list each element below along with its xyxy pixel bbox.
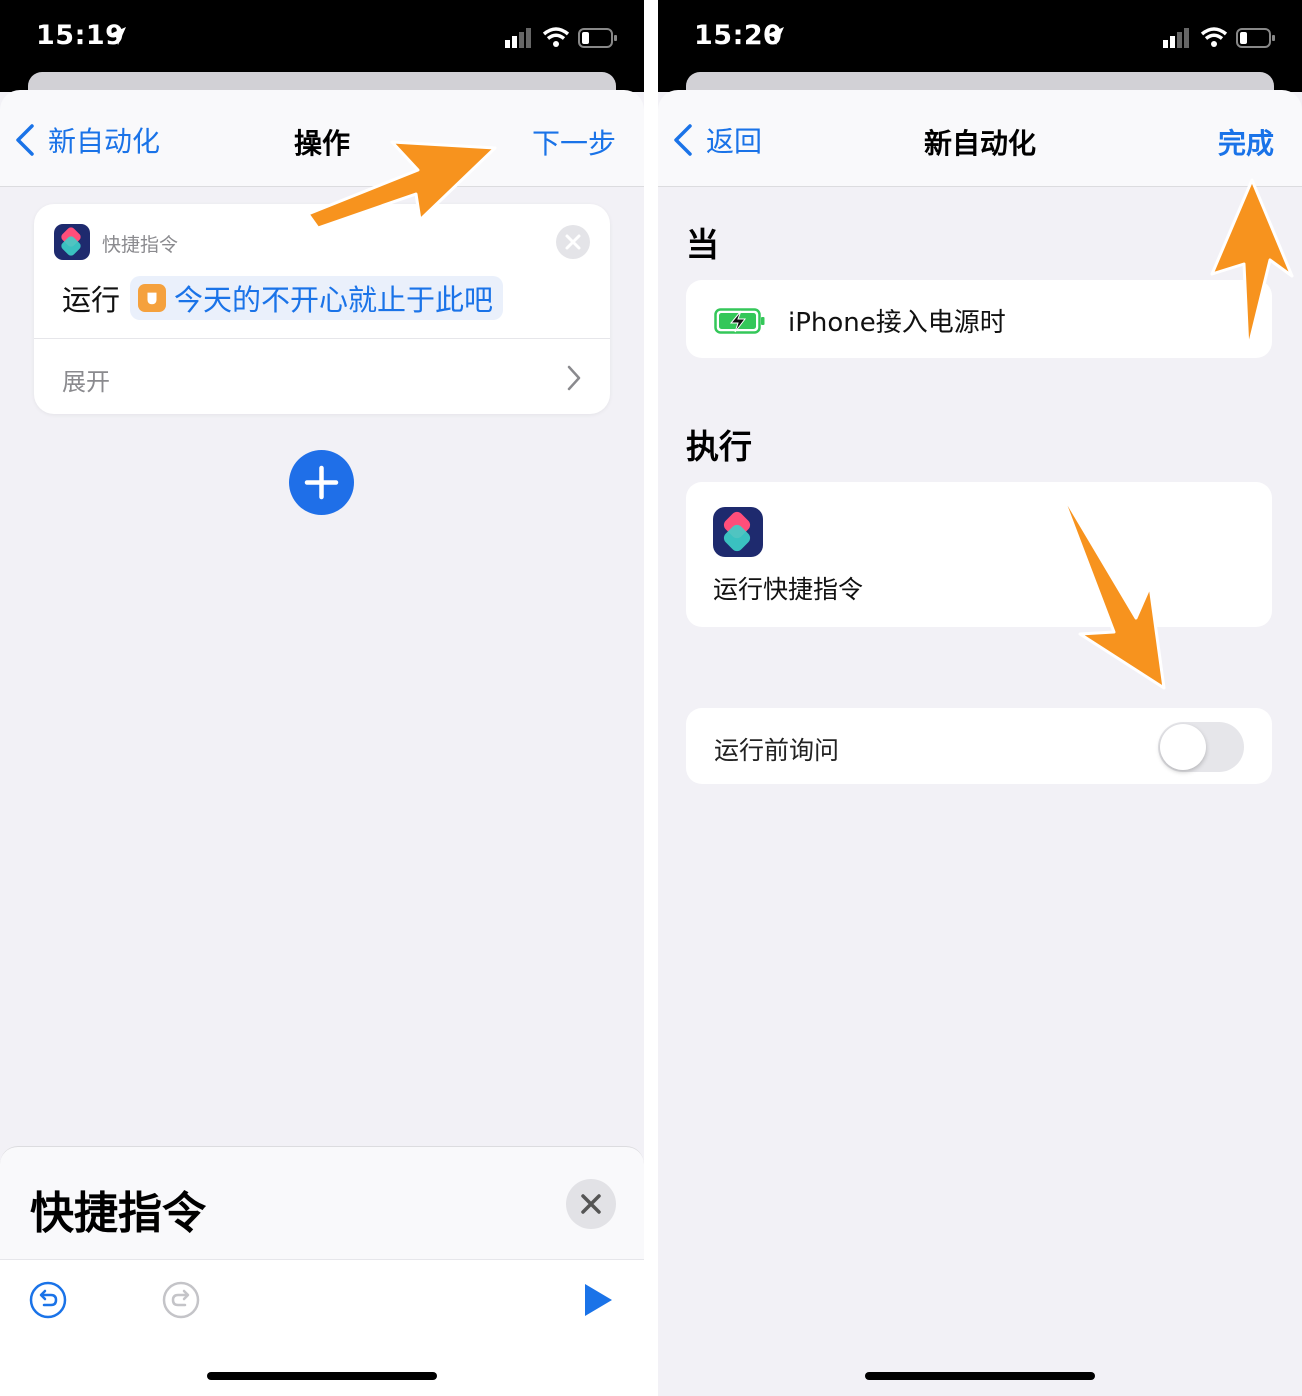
action-text: 运行快捷指令: [713, 575, 864, 604]
battery-charging-icon: [714, 308, 765, 334]
ask-before-running-label: 运行前询问: [714, 736, 840, 765]
annotation-arrow-icon: [1210, 178, 1294, 352]
remove-action-button[interactable]: [556, 225, 590, 259]
shortcut-parameter-chip[interactable]: 今天的不开心就止于此吧: [130, 276, 504, 320]
home-indicator: [865, 1372, 1095, 1380]
home-indicator: [207, 1372, 437, 1380]
action-card: 快捷指令 运行 今天的不开心就止于此吧 展开: [34, 204, 610, 414]
navigation-bar: 返回 新自动化 完成: [658, 90, 1302, 187]
wifi-icon: [1200, 27, 1228, 47]
run-label: 运行: [62, 283, 121, 317]
plus-icon: [304, 465, 339, 500]
annotation-arrow-icon: [306, 140, 497, 228]
ask-before-running-row: 运行前询问: [686, 708, 1272, 784]
trigger-row[interactable]: iPhone接入电源时: [686, 280, 1272, 358]
location-arrow-icon: [108, 27, 126, 45]
close-icon: [565, 234, 581, 250]
add-action-button[interactable]: [289, 450, 354, 515]
chevron-right-icon[interactable]: [566, 364, 582, 392]
page-title: 新自动化: [923, 127, 1036, 160]
undo-icon[interactable]: [28, 1280, 68, 1320]
close-sheet-button[interactable]: [566, 1179, 616, 1229]
run-shortcut-row: 运行 今天的不开心就止于此吧: [62, 276, 504, 320]
phone-screen-right: 15:20 返回 新自动化 完成 当 iPhone接入电源时 执行 运行快捷指令…: [658, 0, 1302, 1396]
expand-button[interactable]: 展开: [62, 362, 110, 397]
bottom-sheet: 快捷指令: [0, 1146, 644, 1396]
when-section-title: 当: [686, 225, 719, 264]
close-icon: [581, 1194, 601, 1214]
cellular-signal-icon: [1163, 28, 1189, 48]
toggle-knob: [1160, 724, 1206, 770]
shortcut-glyph-icon: [138, 284, 167, 312]
card-app-name: 快捷指令: [102, 234, 179, 256]
battery-icon: [1236, 28, 1275, 48]
battery-icon: [578, 28, 617, 48]
done-button[interactable]: 完成: [1218, 122, 1274, 162]
divider: [34, 338, 610, 339]
shortcuts-app-icon: [713, 507, 763, 557]
shortcut-name: 今天的不开心就止于此吧: [174, 283, 494, 317]
wifi-icon: [542, 27, 570, 47]
action-row[interactable]: 运行快捷指令: [686, 482, 1272, 627]
trigger-text: iPhone接入电源时: [788, 308, 1006, 338]
phone-screen-left: 15:19 新自动化 操作 下一步 快捷指令 运行 今天的不开心就止于此吧 展开…: [0, 0, 644, 1396]
shortcuts-app-icon: [54, 224, 90, 260]
annotation-arrow-icon: [1058, 488, 1166, 690]
bottom-sheet-title: 快捷指令: [30, 1188, 206, 1239]
next-button[interactable]: 下一步: [532, 122, 616, 162]
cellular-signal-icon: [505, 28, 531, 48]
location-arrow-icon: [766, 27, 784, 45]
redo-icon[interactable]: [161, 1280, 201, 1320]
do-section-title: 执行: [686, 427, 752, 466]
ask-before-running-toggle[interactable]: [1158, 722, 1244, 772]
play-icon[interactable]: [582, 1282, 614, 1318]
